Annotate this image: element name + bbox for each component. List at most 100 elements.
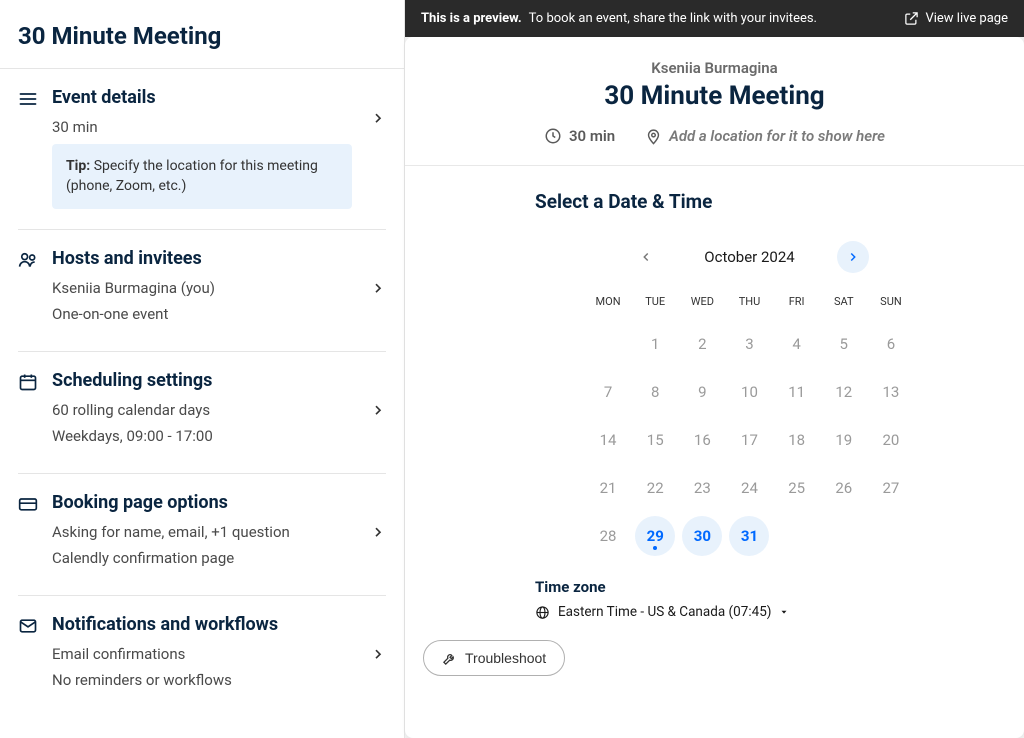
calendar-dow: MON: [585, 291, 632, 316]
wrench-icon: [442, 651, 457, 666]
calendar-dow: THU: [726, 291, 773, 316]
chevron-right-icon: [370, 646, 384, 660]
next-month-button[interactable]: [837, 241, 869, 273]
calendar-day: 13: [871, 372, 911, 412]
section-hosts[interactable]: Hosts and invitees Kseniia Burmagina (yo…: [18, 230, 386, 352]
meeting-title: 30 Minute Meeting: [425, 81, 1004, 111]
host-name: Kseniia Burmagina (you): [52, 279, 386, 297]
calendar-day: 12: [824, 372, 864, 412]
section-scheduling[interactable]: Scheduling settings 60 rolling calendar …: [18, 352, 386, 474]
event-type: One-on-one event: [52, 305, 386, 323]
duration-label: 30 min: [569, 127, 615, 145]
calendar-area: Select a Date & Time October 2024 MONTUE…: [405, 166, 1024, 630]
calendar-day: 20: [871, 420, 911, 460]
timezone-selector[interactable]: Eastern Time - US & Canada (07:45): [535, 604, 964, 620]
booking-preview-card: Kseniia Burmagina 30 Minute Meeting 30 m…: [405, 37, 1024, 738]
tip-box: Tip: Specify the location for this meeti…: [52, 144, 352, 209]
host-name: Kseniia Burmagina: [425, 59, 1004, 77]
chevron-right-icon: [370, 280, 384, 294]
section-event-details[interactable]: Event details 30 min Tip: Specify the lo…: [18, 69, 386, 230]
select-date-title: Select a Date & Time: [535, 190, 964, 213]
location-meta[interactable]: Add a location for it to show here: [645, 127, 885, 145]
calendar-dow: SAT: [820, 291, 867, 316]
calendar-day: 1: [635, 324, 675, 364]
calendar-grid: MONTUEWEDTHUFRISATSUN1234567891011121314…: [585, 291, 915, 556]
notif-emails: Email confirmations: [52, 645, 386, 663]
calendar-dow: FRI: [773, 291, 820, 316]
booking-header: Kseniia Burmagina 30 Minute Meeting 30 m…: [405, 37, 1024, 166]
clock-icon: [544, 127, 562, 145]
calendar-month-label: October 2024: [704, 248, 794, 266]
calendar-day: 25: [777, 468, 817, 508]
troubleshoot-label: Troubleshoot: [465, 650, 546, 666]
section-title: Hosts and invitees: [52, 248, 386, 269]
calendar-day: 28: [588, 516, 628, 556]
chevron-right-icon: [370, 402, 384, 416]
mail-icon: [18, 616, 38, 636]
preview-panel: This is a preview. To book an event, sha…: [405, 0, 1024, 738]
calendar-day: 7: [588, 372, 628, 412]
prev-month-button[interactable]: [630, 241, 662, 273]
calendar-day: 9: [682, 372, 722, 412]
scheduling-window: 60 rolling calendar days: [52, 401, 386, 419]
card-icon: [18, 494, 38, 514]
banner-text: This is a preview. To book an event, sha…: [421, 11, 817, 26]
section-title: Event details: [52, 87, 386, 108]
calendar-icon: [18, 372, 38, 392]
calendar-day: 22: [635, 468, 675, 508]
calendar-day: 24: [729, 468, 769, 508]
troubleshoot-button[interactable]: Troubleshoot: [423, 640, 565, 676]
tip-text: Specify the location for this meeting (p…: [66, 158, 318, 194]
location-placeholder: Add a location for it to show here: [669, 127, 885, 145]
calendar-day: 27: [871, 468, 911, 508]
troubleshoot-area: Troubleshoot: [405, 630, 1024, 694]
section-title: Booking page options: [52, 492, 386, 513]
duration-meta: 30 min: [544, 127, 615, 145]
tip-label: Tip:: [66, 158, 90, 174]
page-title: 30 Minute Meeting: [18, 22, 386, 50]
booking-confirmation: Calendly confirmation page: [52, 549, 386, 567]
calendar-day: 3: [729, 324, 769, 364]
chevron-right-icon: [370, 110, 384, 124]
caret-down-icon: [779, 607, 789, 617]
calendar-day: 16: [682, 420, 722, 460]
calendar-dow: TUE: [632, 291, 679, 316]
settings-header: 30 Minute Meeting: [0, 0, 404, 69]
calendar-day: 21: [588, 468, 628, 508]
timezone-block: Time zone Eastern Time - US & Canada (07…: [535, 578, 964, 620]
booking-questions: Asking for name, email, +1 question: [52, 523, 386, 541]
chevron-right-icon: [370, 524, 384, 538]
calendar-day: 4: [777, 324, 817, 364]
event-duration: 30 min: [52, 118, 386, 136]
calendar-empty: [588, 324, 628, 364]
section-notifications[interactable]: Notifications and workflows Email confir…: [18, 596, 386, 717]
calendar-day: 14: [588, 420, 628, 460]
globe-icon: [535, 605, 550, 620]
view-live-link[interactable]: View live page: [904, 11, 1008, 26]
banner-bold: This is a preview.: [421, 11, 522, 26]
banner-rest: To book an event, share the link with yo…: [529, 11, 817, 26]
people-icon: [18, 250, 38, 270]
calendar-day: 8: [635, 372, 675, 412]
calendar-day: 17: [729, 420, 769, 460]
section-title: Scheduling settings: [52, 370, 386, 391]
calendar-day: 6: [871, 324, 911, 364]
calendar-day: 11: [777, 372, 817, 412]
list-icon: [18, 89, 38, 109]
calendar-day: 10: [729, 372, 769, 412]
calendar-nav: October 2024: [535, 241, 964, 273]
calendar-day: 15: [635, 420, 675, 460]
calendar-day: 19: [824, 420, 864, 460]
preview-banner: This is a preview. To book an event, sha…: [405, 0, 1024, 37]
calendar-dow: WED: [679, 291, 726, 316]
calendar-day-available[interactable]: 31: [729, 516, 769, 556]
view-live-label: View live page: [925, 11, 1008, 26]
section-booking[interactable]: Booking page options Asking for name, em…: [18, 474, 386, 596]
notif-reminders: No reminders or workflows: [52, 671, 386, 689]
calendar-day: 5: [824, 324, 864, 364]
timezone-value: Eastern Time - US & Canada (07:45): [558, 604, 771, 620]
calendar-day-available[interactable]: 30: [682, 516, 722, 556]
calendar-day: 26: [824, 468, 864, 508]
scheduling-hours: Weekdays, 09:00 - 17:00: [52, 427, 386, 445]
calendar-day-available[interactable]: 29: [635, 516, 675, 556]
